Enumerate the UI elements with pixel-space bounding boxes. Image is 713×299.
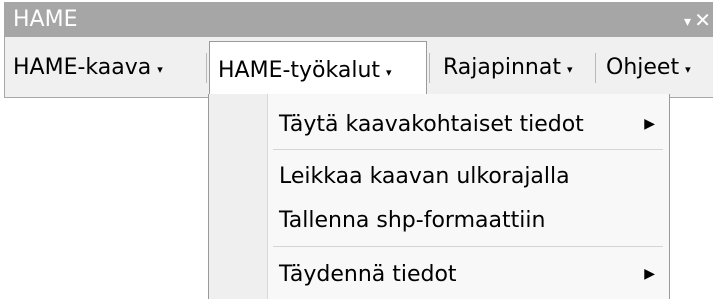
close-icon[interactable]: ✕ [694, 7, 711, 33]
menu-separator [273, 246, 663, 247]
menu-item-label: Tallenna shp-formaattiin [279, 207, 546, 233]
menu-item-leikkaa-kaavan-ulkorajalla[interactable]: Leikkaa kaavan ulkorajalla [279, 156, 669, 196]
menu-label: HAME-työkalut [218, 58, 381, 83]
menu-separator [273, 149, 663, 150]
menu-separator [595, 53, 596, 83]
menu-item-label: Täydennä tiedot [279, 261, 457, 287]
menu-icon-gutter [209, 94, 268, 299]
menu-item-taydenna-tiedot[interactable]: Täydennä tiedot ▶ [279, 254, 669, 294]
hame-tyokalut-dropdown: Täytä kaavakohtaiset tiedot ▶ Leikkaa ka… [208, 94, 670, 299]
menu-hame-kaava[interactable]: HAME-kaava ▾ [5, 41, 201, 93]
menu-item-label: Leikkaa kaavan ulkorajalla [279, 163, 570, 189]
menu-ohjeet[interactable]: Ohjeet ▾ [598, 41, 713, 93]
screen: HAME ▾ ✕ HAME-kaava ▾ HAME-työkalut ▾ Ra… [0, 0, 713, 299]
menu-separator [206, 53, 207, 83]
menu-label: Ohjeet [606, 54, 680, 80]
menu-item-tayta-kaavakohtaiset-tiedot[interactable]: Täytä kaavakohtaiset tiedot ▶ [279, 104, 669, 144]
menu-label: Rajapinnat [443, 54, 561, 80]
chevron-down-icon: ▾ [685, 62, 691, 76]
toolbar-title: HAME [13, 7, 78, 32]
toolbar-options-icon[interactable]: ▾ [684, 9, 691, 35]
menu-separator [429, 53, 430, 83]
chevron-down-icon: ▾ [157, 62, 163, 76]
submenu-arrow-icon: ▶ [644, 266, 655, 282]
menu-item-label: Täytä kaavakohtaiset tiedot [279, 111, 584, 137]
chevron-down-icon: ▾ [386, 66, 392, 79]
menu-item-tallenna-shp-formaattiin[interactable]: Tallenna shp-formaattiin [279, 200, 669, 240]
menubar: HAME-kaava ▾ HAME-työkalut ▾ Rajapinnat … [5, 37, 713, 99]
chevron-down-icon: ▾ [566, 62, 573, 76]
menu-hame-tyokalut[interactable]: HAME-työkalut ▾ [209, 41, 427, 99]
menu-label: HAME-kaava [13, 54, 152, 80]
hame-toolbar-window: HAME ▾ ✕ HAME-kaava ▾ HAME-työkalut ▾ Ra… [4, 2, 713, 99]
toolbar-titlebar[interactable]: HAME ▾ ✕ [5, 3, 713, 37]
submenu-arrow-icon: ▶ [644, 116, 655, 132]
menu-rajapinnat[interactable]: Rajapinnat ▾ [433, 41, 593, 93]
